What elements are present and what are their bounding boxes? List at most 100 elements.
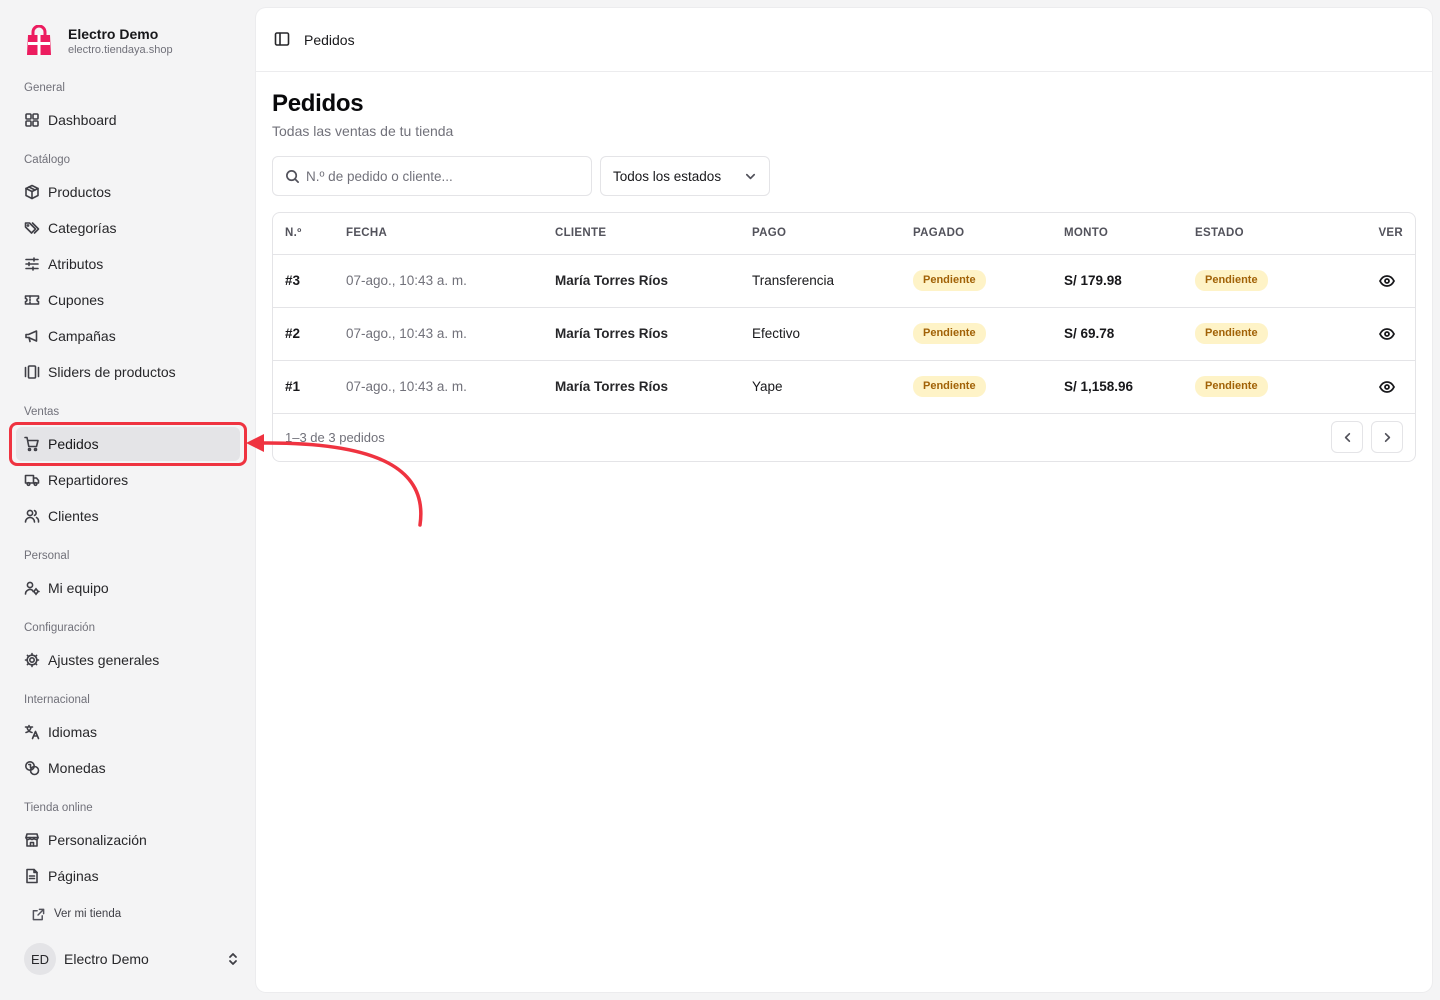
pagination	[1331, 421, 1403, 453]
sidebar-item-monedas[interactable]: Monedas	[16, 751, 240, 785]
eye-icon	[1379, 327, 1395, 340]
view-order-button[interactable]	[1355, 379, 1415, 395]
sidebar-item-label: Mi equipo	[48, 580, 109, 596]
search-input[interactable]	[306, 168, 586, 184]
view-order-button[interactable]	[1355, 273, 1415, 289]
column-header-estado: ESTADO	[1195, 213, 1355, 255]
sliders-icon	[24, 256, 40, 272]
sidebar-item-paginas[interactable]: Páginas	[16, 859, 240, 893]
page-title: Pedidos	[272, 90, 364, 117]
gear-icon	[24, 652, 40, 668]
megaphone-icon	[24, 328, 40, 344]
sidebar-item-categorias[interactable]: Categorías	[16, 211, 240, 245]
nav-group-personal: Personal	[24, 550, 70, 562]
status-badge: Pendiente	[1195, 376, 1268, 397]
order-payment: Yape	[752, 360, 913, 414]
sidebar-item-campanas[interactable]: Campañas	[16, 319, 240, 353]
sidebar-item-label: Atributos	[48, 256, 104, 272]
brand[interactable]: Electro Demo electro.tiendaya.shop	[24, 24, 173, 58]
sidebar-item-label: Personalización	[48, 832, 147, 848]
carousel-icon	[24, 364, 40, 380]
sidebar-item-label: Clientes	[48, 508, 99, 524]
nav-group-tienda-online: Tienda online	[24, 802, 93, 814]
external-link-icon	[32, 908, 45, 920]
file-icon	[24, 868, 40, 884]
status-cell: Pendiente	[1195, 360, 1355, 414]
sidebar-item-label: Productos	[48, 184, 112, 200]
sidebar-toggle-button[interactable]	[274, 31, 292, 49]
sidebar-item-pedidos[interactable]: Pedidos	[16, 427, 240, 461]
table-row[interactable]: #3 07-ago., 10:43 a. m. María Torres Río…	[273, 254, 1415, 308]
order-date: 07-ago., 10:43 a. m.	[346, 254, 555, 308]
order-client: María Torres Ríos	[555, 254, 752, 308]
order-number: #1	[273, 360, 346, 414]
sidebar-item-sliders[interactable]: Sliders de productos	[16, 355, 240, 389]
pagination-count: 1–3 de 3 pedidos	[285, 429, 385, 445]
view-store-label: Ver mi tienda	[54, 908, 122, 920]
sidebar-item-label: Pedidos	[48, 436, 99, 452]
order-amount: S/ 1,158.96	[1064, 360, 1195, 414]
next-page-button[interactable]	[1371, 421, 1403, 453]
brand-name: Electro Demo	[68, 25, 159, 42]
panel-left-icon	[274, 31, 290, 46]
sidebar-item-atributos[interactable]: Atributos	[16, 247, 240, 281]
view-store-link[interactable]: Ver mi tienda	[32, 904, 121, 924]
sidebar-item-label: Monedas	[48, 760, 106, 776]
column-header-fecha: FECHA	[346, 213, 555, 255]
status-filter-value: Todos los estados	[613, 168, 722, 184]
sidebar-item-label: Cupones	[48, 292, 105, 308]
order-client: María Torres Ríos	[555, 360, 752, 414]
table-row[interactable]: #1 07-ago., 10:43 a. m. María Torres Río…	[273, 360, 1415, 414]
status-badge: Pendiente	[1195, 323, 1268, 344]
order-number: #2	[273, 307, 346, 361]
view-cell	[1355, 307, 1415, 361]
sidebar-item-label: Repartidores	[48, 472, 129, 488]
paid-badge: Pendiente	[913, 376, 986, 397]
search-box[interactable]	[272, 156, 592, 196]
sidebar-item-ajustes[interactable]: Ajustes generales	[16, 643, 240, 677]
prev-page-button[interactable]	[1331, 421, 1363, 453]
eye-icon	[1379, 274, 1395, 287]
chevron-right-icon	[1384, 432, 1390, 442]
column-header-pago: PAGO	[752, 213, 913, 255]
truck-icon	[24, 472, 40, 488]
sidebar-item-personalizacion[interactable]: Personalización	[16, 823, 240, 857]
topbar: Pedidos	[256, 8, 1432, 72]
nav-group-configuracion: Configuración	[24, 622, 95, 634]
store-icon	[24, 832, 40, 848]
breadcrumb: Pedidos	[304, 31, 355, 48]
nav-group-general: General	[24, 82, 65, 94]
sidebar-item-cupones[interactable]: Cupones	[16, 283, 240, 317]
brand-logo	[27, 25, 51, 55]
sidebar-item-label: Páginas	[48, 868, 99, 884]
chevron-left-icon	[1344, 432, 1350, 442]
sidebar: Electro Demo electro.tiendaya.shop Gener…	[0, 0, 256, 1000]
chevron-down-icon	[745, 173, 756, 179]
cart-icon	[24, 436, 40, 452]
sidebar-item-repartidores[interactable]: Repartidores	[16, 463, 240, 497]
sidebar-item-clientes[interactable]: Clientes	[16, 499, 240, 533]
tags-icon	[24, 220, 40, 236]
user-switcher[interactable]: ED Electro Demo	[24, 942, 240, 976]
sidebar-item-dashboard[interactable]: Dashboard	[16, 103, 240, 137]
status-filter-select[interactable]: Todos los estados	[600, 156, 770, 196]
nav-group-ventas: Ventas	[24, 406, 60, 418]
sidebar-item-mi-equipo[interactable]: Mi equipo	[16, 571, 240, 605]
sidebar-item-idiomas[interactable]: Idiomas	[16, 715, 240, 749]
table-row[interactable]: #2 07-ago., 10:43 a. m. María Torres Río…	[273, 307, 1415, 361]
table-footer: 1–3 de 3 pedidos	[273, 413, 1415, 461]
column-header-num: N.º	[273, 213, 346, 255]
sidebar-item-productos[interactable]: Productos	[16, 175, 240, 209]
view-order-button[interactable]	[1355, 326, 1415, 342]
ticket-icon	[24, 292, 40, 308]
table-header-row: N.º FECHA CLIENTE PAGO PAGADO MONTO ESTA…	[273, 213, 1415, 255]
translate-icon	[24, 724, 40, 740]
search-icon	[286, 169, 299, 183]
order-amount: S/ 179.98	[1064, 254, 1195, 308]
view-cell	[1355, 360, 1415, 414]
sidebar-item-label: Idiomas	[48, 724, 98, 740]
order-payment: Transferencia	[752, 254, 913, 308]
sidebar-item-label: Ajustes generales	[48, 652, 160, 668]
team-icon	[24, 580, 40, 596]
sidebar-item-label: Categorías	[48, 220, 117, 236]
